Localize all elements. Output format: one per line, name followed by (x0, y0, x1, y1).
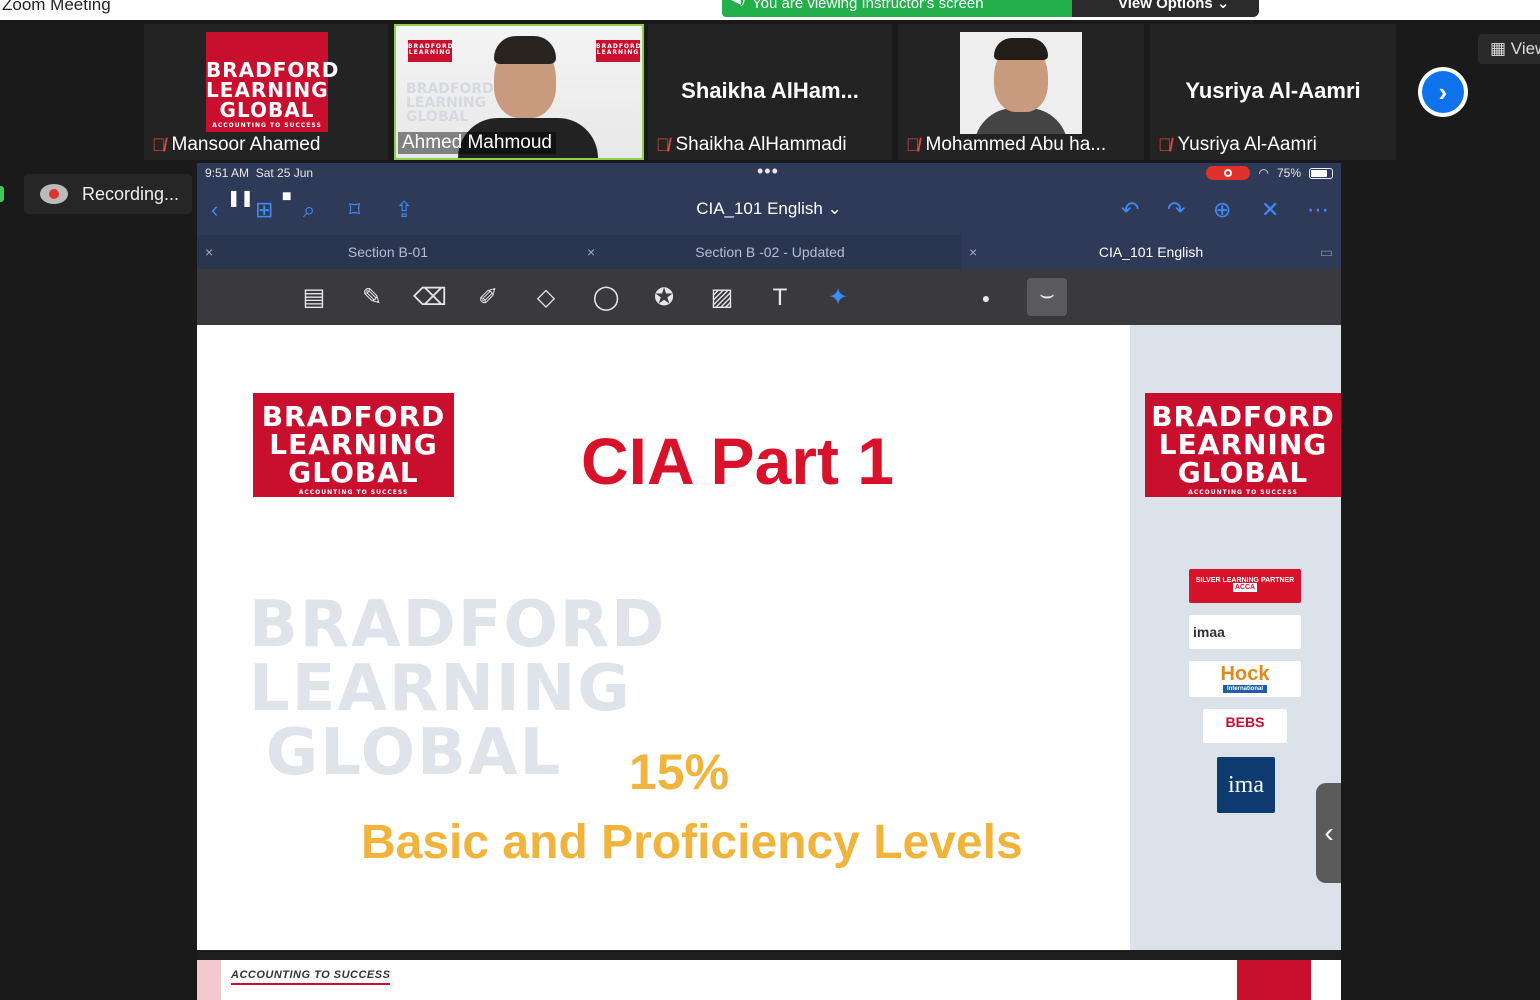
tab-cia-101[interactable]: × CIA_101 English ▭ (961, 235, 1341, 269)
participant-tile-mansoor[interactable]: BRADFORD LEARNING GLOBAL ACCOUNTING TO S… (144, 24, 388, 160)
participant-tile-ahmed[interactable]: BRADFORD LEARNING BRADFORD LEARNING BRADFO… (394, 24, 644, 160)
status-right: ◠ 75% (1206, 166, 1333, 180)
recording-label: Recording... (82, 183, 180, 204)
more-dots-icon: ••• (757, 163, 779, 181)
status-indicator (0, 186, 4, 202)
wifi-icon: ◠ (1258, 166, 1269, 180)
view-button-label: View (1510, 39, 1540, 58)
stroke-style-icon[interactable]: ⌣ (1027, 278, 1067, 316)
slide-sidebar: BRADFORD LEARNING GLOBAL ACCOUNTING TO S… (1130, 325, 1341, 950)
slide-title: CIA Part 1 (581, 424, 894, 498)
sidebar-toggle-icon[interactable]: ▭ (1320, 235, 1333, 269)
person-hair (994, 38, 1048, 60)
participant-tile-shaikha[interactable]: Shaikha AlHam... 🎙̸ Shaikha AlHammadi (648, 24, 892, 160)
cloud-record-icon (40, 184, 68, 204)
shapes-icon[interactable]: ◇ (529, 281, 563, 315)
view-options-label: View Options (1118, 0, 1213, 12)
window-title: Zoom Meeting (2, 0, 111, 14)
watermark-text: BRADFORD LEARNING GLOBAL (249, 588, 667, 790)
view-options-button[interactable]: View Options ⌄ (1072, 0, 1259, 17)
status-time: 9:51 AM Sat 25 Jun (205, 166, 314, 180)
slide-subtitle: Basic and Proficiency Levels (361, 816, 1023, 869)
participant-name: 🎙̸ Yusriya Al-Aamri (1158, 134, 1317, 155)
dot-size-icon[interactable]: ● (969, 281, 1003, 315)
next-participants-button[interactable]: › (1418, 67, 1468, 117)
battery-percent: 75% (1276, 166, 1301, 180)
eraser-icon[interactable]: ⌫ (413, 281, 447, 315)
imaa-logo: imaa (1189, 615, 1301, 649)
mic-muted-icon: 🎙̸ (1158, 134, 1172, 155)
speaker-icon: ◀) (730, 0, 745, 5)
slide-percent: 15% (629, 744, 730, 800)
battery-icon (1309, 167, 1333, 179)
ipad-navbar: ‹ ⊞ ⌕ ⌑ ⇪ CIA_101 English ⌄ ↶ ↷ ⊕ ✕ ⋯ (197, 187, 1341, 231)
highlighter-icon[interactable]: ✐ (471, 281, 505, 315)
lasso-icon[interactable]: ◯ (589, 281, 623, 315)
mic-muted-icon: 🎙̸ (152, 134, 166, 155)
participant-name: 🎙̸ Mansoor Ahamed (152, 134, 321, 155)
sticker-icon[interactable]: ✪ (647, 281, 681, 315)
bradford-logo-icon: BRADFORD LEARNING (408, 40, 453, 62)
participant-photo (960, 32, 1082, 134)
mic-muted-icon: 🎙̸ (656, 134, 670, 155)
ima-logo: ima (1217, 757, 1275, 813)
view-button[interactable]: ▦ View (1478, 34, 1540, 64)
participant-name: Ahmed Mahmoud (398, 132, 556, 154)
pages-icon[interactable]: ▤ (297, 281, 331, 315)
ipad-app-header: 9:51 AM Sat 25 Jun ••• ◠ 75% ❚❚ ■ ‹ ⊞ ⌕ … (197, 163, 1341, 325)
viewing-banner: ◀) You are viewing Instructor's screen (722, 0, 1072, 17)
footer-tag: ACCOUNTING TO SUCCESS (231, 969, 391, 985)
slide-decoration (197, 960, 221, 1000)
shared-screen: 9:51 AM Sat 25 Jun ••• ◠ 75% ❚❚ ■ ‹ ⊞ ⌕ … (197, 163, 1341, 1000)
tab-section-b-02[interactable]: × Section B -02 - Updated (579, 235, 961, 269)
ipad-status-bar: 9:51 AM Sat 25 Jun ••• ◠ 75% (197, 163, 1341, 183)
participant-tile-mohammed[interactable]: 🎙̸ Mohammed Abu ha... (898, 24, 1144, 160)
image-icon[interactable]: ▨ (705, 281, 739, 315)
recording-indicator[interactable]: Recording... (24, 174, 192, 214)
redo-icon[interactable]: ↷ (1167, 197, 1185, 223)
grid-icon: ▦ (1490, 39, 1511, 58)
watermark-text: BRADFORD LEARNING GLOBAL (406, 81, 494, 125)
bebs-logo: BEBS (1203, 709, 1287, 743)
undo-icon[interactable]: ↶ (1121, 197, 1139, 223)
bradford-logo-icon: BRADFORD LEARNING GLOBAL ACCOUNTING TO S… (253, 393, 454, 497)
acca-partner-logo: SILVER LEARNING PARTNER ACCA (1189, 569, 1301, 603)
document-tabs: × Section B-01 × Section B -02 - Updated… (197, 235, 1341, 269)
bradford-logo-icon: BRADFORD LEARNING GLOBAL ACCOUNTING TO S… (206, 32, 338, 132)
more-icon[interactable]: ⋯ (1307, 197, 1329, 223)
person-hair (494, 36, 556, 64)
participant-display-name: Shaikha AlHam... (681, 78, 859, 103)
sidebar-collapse-handle[interactable]: ‹ (1316, 783, 1341, 883)
slide-decoration (1237, 960, 1311, 1000)
chevron-right-icon: › (1422, 71, 1464, 113)
chevron-down-icon: ⌄ (1216, 0, 1230, 12)
add-page-icon[interactable]: ⊕ (1213, 197, 1231, 223)
bradford-logo-icon: BRADFORD LEARNING GLOBAL ACCOUNTING TO S… (1145, 393, 1341, 497)
tab-section-b-01[interactable]: × Section B-01 (197, 235, 579, 269)
participant-tile-yusriya[interactable]: Yusriya Al-Aamri 🎙̸ Yusriya Al-Aamri (1150, 24, 1396, 160)
viewing-banner-text: You are viewing Instructor's screen (752, 0, 984, 12)
bradford-logo-icon: BRADFORD LEARNING (596, 40, 641, 62)
pen-icon[interactable]: ✎ (355, 281, 389, 315)
close-icon[interactable]: ✕ (1261, 197, 1279, 223)
participant-display-name: Yusriya Al-Aamri (1185, 78, 1361, 103)
laser-pointer-icon[interactable]: ✦ (821, 281, 855, 315)
participant-name: 🎙̸ Mohammed Abu ha... (906, 134, 1107, 155)
mic-muted-icon: 🎙̸ (906, 134, 920, 155)
drawing-toolbar: ▤ ✎ ⌫ ✐ ◇ ◯ ✪ ▨ T ✦ ● ⌣ (197, 269, 1341, 325)
next-slide-preview: ACCOUNTING TO SUCCESS (197, 950, 1341, 1000)
hock-logo: Hock International (1189, 661, 1301, 697)
slide-main: BRADFORD LEARNING GLOBAL ACCOUNTING TO S… (197, 325, 1130, 950)
participant-name: 🎙̸ Shaikha AlHammadi (656, 134, 847, 155)
text-icon[interactable]: T (763, 281, 797, 315)
screen-record-icon (1206, 166, 1251, 180)
